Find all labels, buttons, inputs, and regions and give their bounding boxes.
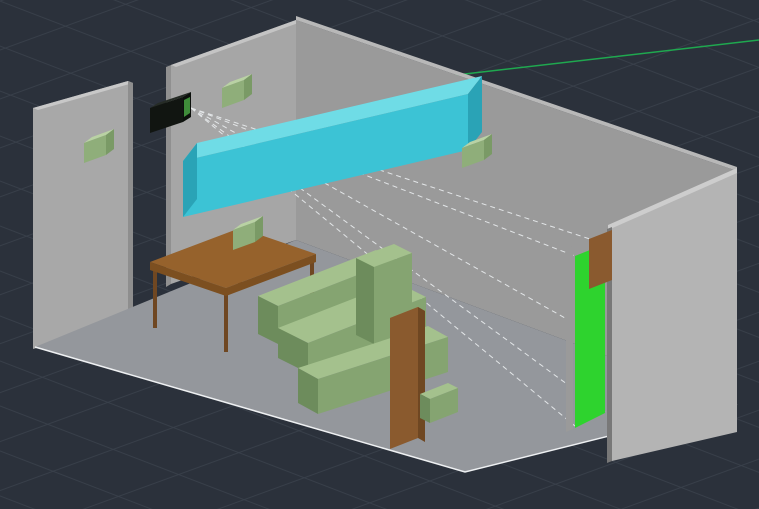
cad-viewport[interactable] [0, 0, 759, 509]
left-wall-panel[interactable] [33, 81, 133, 349]
back-left-wall-edge[interactable] [166, 65, 171, 287]
table-leg[interactable] [153, 266, 157, 328]
corner-panel-side[interactable] [356, 258, 374, 344]
table-leg[interactable] [224, 294, 228, 352]
slab-side[interactable] [418, 307, 425, 442]
side-slab[interactable] [390, 307, 425, 449]
door-frame-header[interactable] [589, 230, 612, 289]
door-frame-post[interactable] [566, 246, 573, 432]
side-box-side[interactable] [420, 394, 430, 423]
left-wall-panel-edge[interactable] [128, 81, 133, 324]
left-wall-panel-face[interactable] [33, 81, 128, 349]
scene-canvas[interactable] [0, 0, 759, 509]
slab-front[interactable] [390, 307, 418, 449]
